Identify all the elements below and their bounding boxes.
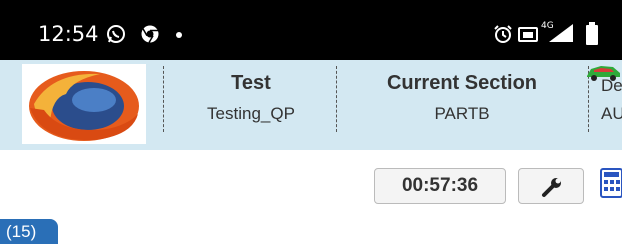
cast-icon bbox=[517, 24, 541, 44]
signal-icon: 4G bbox=[541, 18, 577, 44]
notification-dot bbox=[176, 32, 182, 38]
test-value: Testing_QP bbox=[207, 104, 295, 123]
header-separator bbox=[336, 66, 337, 132]
exam-header: Test Testing_QP Current Section PARTB De… bbox=[0, 60, 622, 150]
test-title: Test bbox=[231, 72, 271, 94]
whatsapp-icon bbox=[106, 24, 126, 44]
timer-display[interactable]: 00:57:36 bbox=[374, 168, 506, 204]
chrome-icon bbox=[140, 24, 160, 44]
current-section-value: PARTB bbox=[434, 104, 490, 123]
alarm-icon bbox=[493, 24, 513, 44]
third-column-value: AU bbox=[601, 104, 622, 123]
battery-icon bbox=[586, 22, 598, 46]
header-separator bbox=[163, 66, 164, 132]
network-type-label: 4G bbox=[541, 21, 554, 31]
current-section-title: Current Section bbox=[386, 72, 538, 94]
firefox-logo bbox=[22, 64, 146, 144]
question-count-badge[interactable]: (15) bbox=[0, 219, 58, 244]
status-bar: 12:54 4G bbox=[0, 0, 622, 60]
status-time: 12:54 bbox=[38, 22, 99, 46]
third-column-title: De bbox=[601, 76, 622, 95]
wrench-icon bbox=[541, 176, 563, 198]
calculator-icon[interactable] bbox=[600, 168, 622, 198]
settings-button[interactable] bbox=[518, 168, 584, 204]
